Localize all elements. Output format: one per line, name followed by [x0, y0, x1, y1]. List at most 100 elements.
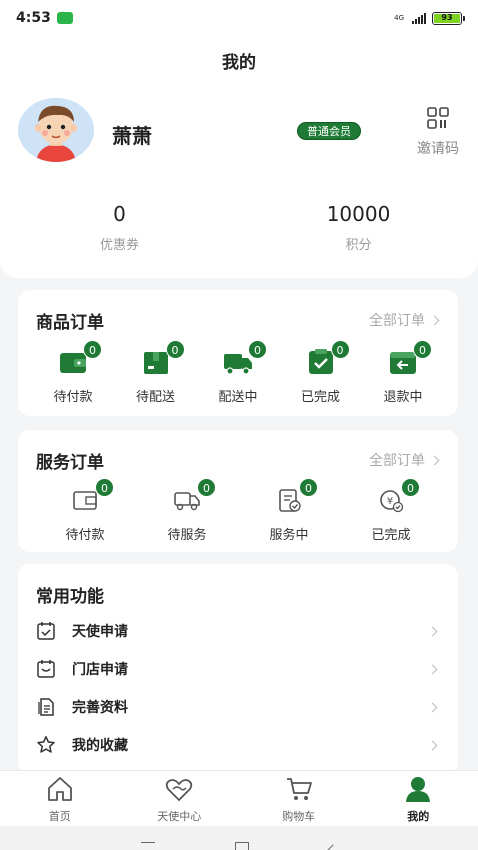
- status-bar: 4:53 4G 93: [0, 0, 478, 36]
- calendar-check-icon: [37, 622, 55, 640]
- service-orders-card: 服务订单 全部订单 0 待付款 0 待服务 0 服务中 ¥ 0 已完成: [18, 430, 458, 552]
- truck-icon: 0: [223, 340, 267, 376]
- function-complete-profile[interactable]: 完善资料: [18, 688, 458, 726]
- count-badge: 0: [248, 340, 267, 359]
- chevron-right-icon: [427, 664, 438, 674]
- home-icon: [47, 777, 72, 801]
- wallet-icon: 0: [58, 340, 102, 376]
- username: 萧萧: [112, 124, 152, 148]
- back-nav-icon[interactable]: [327, 844, 339, 850]
- count-badge: 0: [413, 340, 432, 359]
- service-orders-title: 服务订单: [36, 453, 104, 473]
- order-label: 退款中: [383, 390, 423, 405]
- service-label: 已完成: [371, 528, 411, 543]
- member-level-badge: 普通会员: [297, 122, 361, 140]
- tab-label: 首页: [48, 810, 71, 823]
- service-label: 待服务: [167, 528, 207, 543]
- chevron-right-icon: [427, 740, 438, 750]
- return-icon: 0: [388, 340, 432, 376]
- function-favorites[interactable]: 我的收藏: [18, 726, 458, 764]
- bottom-tab-bar: 首页 天使中心 购物车 我的: [0, 770, 478, 826]
- points-label: 积分: [345, 238, 372, 253]
- all-orders-label: 全部订单: [369, 453, 425, 469]
- wallet-outline-icon: 0: [70, 478, 114, 514]
- chevron-right-icon: [427, 702, 438, 712]
- order-refunding[interactable]: 0 退款中: [364, 340, 442, 405]
- tab-cart[interactable]: 购物车: [239, 771, 359, 826]
- heart-hands-icon: [166, 779, 193, 802]
- points-count: 10000: [326, 202, 391, 226]
- service-truck-icon: 0: [172, 478, 216, 514]
- tab-angel-center[interactable]: 天使中心: [120, 771, 240, 826]
- chevron-right-icon: [429, 455, 440, 465]
- wechat-icon: [56, 12, 73, 24]
- order-pending-payment[interactable]: 0 待付款: [34, 340, 112, 405]
- all-orders-label: 全部订单: [369, 313, 425, 329]
- product-orders-title: 商品订单: [36, 313, 104, 333]
- service-orders-all-link[interactable]: 全部订单: [369, 450, 440, 470]
- yen-check-icon: ¥ 0: [376, 478, 420, 514]
- order-label: 已完成: [300, 390, 340, 405]
- page-title: 我的: [222, 53, 256, 73]
- function-angel-apply[interactable]: 天使申请: [18, 612, 458, 650]
- document-icon: [38, 698, 54, 716]
- function-label: 天使申请: [72, 624, 128, 640]
- common-functions-title: 常用功能: [36, 587, 104, 607]
- tab-label: 我的: [407, 810, 430, 823]
- svg-text:¥: ¥: [387, 496, 393, 507]
- clipboard-check-icon: 0: [274, 478, 318, 514]
- function-store-apply[interactable]: 门店申请: [18, 650, 458, 688]
- coupon-count: 0: [113, 202, 126, 226]
- status-time: 4:53: [16, 10, 51, 26]
- network-label: 4G: [394, 13, 404, 22]
- package-icon: 0: [141, 340, 185, 376]
- order-label: 配送中: [218, 390, 258, 405]
- profile-card: 我的 萧萧 普通会员 邀请码 0 优惠券 10000 积分: [0, 36, 478, 278]
- count-badge: 0: [95, 478, 114, 497]
- order-pending-delivery[interactable]: 0 待配送: [117, 340, 195, 405]
- cart-icon: [286, 778, 312, 800]
- count-badge: 0: [401, 478, 420, 497]
- function-label: 门店申请: [72, 662, 128, 678]
- invite-code-button[interactable]: 邀请码: [412, 106, 464, 158]
- product-orders-all-link[interactable]: 全部订单: [369, 310, 440, 330]
- invite-code-label: 邀请码: [417, 141, 459, 157]
- order-delivering[interactable]: 0 配送中: [199, 340, 277, 405]
- avatar-illustration: [18, 98, 94, 162]
- function-label: 我的收藏: [72, 738, 128, 754]
- calendar-store-icon: [37, 660, 55, 678]
- order-completed[interactable]: 0 已完成: [282, 340, 360, 405]
- chevron-right-icon: [429, 315, 440, 325]
- tab-label: 购物车: [282, 810, 316, 823]
- service-label: 服务中: [269, 528, 309, 543]
- service-completed[interactable]: ¥ 0 已完成: [346, 478, 436, 543]
- product-orders-card: 商品订单 全部订单 0 待付款 0 待配送 0 配送中 0 已完成 0 退款中: [18, 290, 458, 416]
- count-badge: 0: [330, 340, 350, 359]
- order-label: 待配送: [135, 390, 175, 405]
- coupon-label: 优惠券: [99, 238, 139, 253]
- count-badge: 0: [165, 340, 185, 359]
- points-stat[interactable]: 10000 积分: [239, 202, 478, 253]
- chevron-right-icon: [427, 626, 438, 636]
- service-pending-payment[interactable]: 0 待付款: [40, 478, 130, 543]
- order-label: 待付款: [53, 390, 93, 405]
- avatar[interactable]: [18, 98, 94, 162]
- product-orders-row: 0 待付款 0 待配送 0 配送中 0 已完成 0 退款中: [18, 340, 458, 405]
- system-nav-bar: [0, 826, 478, 850]
- user-icon: [406, 777, 431, 802]
- menu-nav-icon[interactable]: [141, 842, 155, 850]
- tab-label: 天使中心: [157, 810, 202, 823]
- battery-icon: 93: [432, 11, 465, 25]
- tab-mine[interactable]: 我的: [359, 771, 478, 826]
- service-pending[interactable]: 0 待服务: [142, 478, 232, 543]
- qr-code-icon: [427, 107, 449, 129]
- status-indicators: 4G 93: [394, 11, 465, 25]
- function-label: 完善资料: [72, 700, 128, 716]
- battery-level: 93: [434, 13, 460, 23]
- home-nav-icon[interactable]: [235, 842, 249, 850]
- coupon-stat[interactable]: 0 优惠券: [0, 202, 239, 253]
- count-badge: 0: [299, 478, 318, 497]
- service-in-progress[interactable]: 0 服务中: [244, 478, 334, 543]
- service-label: 待付款: [65, 528, 105, 543]
- tab-home[interactable]: 首页: [0, 771, 120, 826]
